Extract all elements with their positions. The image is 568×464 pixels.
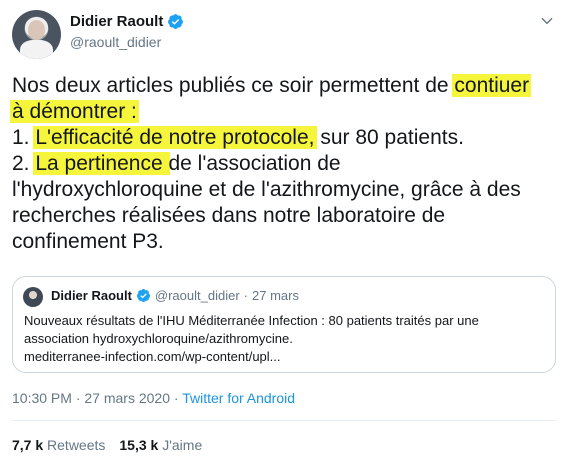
author-handle[interactable]: @raoult_didier <box>70 34 184 50</box>
text-span: l'hydroxychloroquine et de l'azithromyci… <box>12 178 521 201</box>
separator-dot: · <box>75 390 81 406</box>
author-avatar[interactable] <box>12 10 61 59</box>
author-name-row[interactable]: Didier Raoult <box>70 13 184 30</box>
quoted-tweet[interactable]: Didier Raoult @raoult_didier · 27 mars N… <box>12 276 556 373</box>
highlighted-text: à démontrer : <box>10 100 139 123</box>
tweet-text-line: 2. La pertinence de l'association de <box>12 151 560 177</box>
verified-badge-icon <box>168 14 184 29</box>
quoted-link[interactable]: mediterranee-infection.com/wp-content/up… <box>24 348 548 366</box>
text-span: 1. <box>12 126 36 149</box>
quoted-author-avatar <box>23 287 43 307</box>
tweet-stats: 7,7 k Retweets 15,3 k J'aime <box>12 437 202 453</box>
retweets-count: 7,7 k <box>12 437 44 453</box>
tweet-text-line: confinement P3. <box>12 229 560 255</box>
tweet-text-line: 1. L'efficacité de notre protocole, sur … <box>12 125 560 151</box>
tweet-text-line: à démontrer : <box>10 99 560 125</box>
likes-stat[interactable]: 15,3 k J'aime <box>119 437 202 453</box>
separator-dot: · <box>243 288 248 303</box>
text-span: confinement P3. <box>12 230 164 253</box>
retweets-label: Retweets <box>47 437 106 453</box>
quoted-text: Nouveaux résultats de l'IHU Méditerranée… <box>24 312 548 366</box>
quoted-date[interactable]: 27 mars <box>252 288 299 303</box>
text-span: 2. <box>12 152 36 175</box>
quoted-text-line: Nouveaux résultats de l'IHU Méditerranée… <box>24 313 479 328</box>
quoted-author-handle: @raoult_didier <box>154 288 240 303</box>
tweet-text-line: Nos deux articles publiés ce soir permet… <box>12 73 560 99</box>
author-name[interactable]: Didier Raoult <box>70 13 163 30</box>
chevron-down-icon[interactable] <box>540 14 554 28</box>
text-span: sur 80 patients. <box>314 126 464 149</box>
retweets-stat[interactable]: 7,7 k Retweets <box>12 437 105 453</box>
avatar-coat <box>20 40 53 59</box>
tweet-source-link[interactable]: Twitter for Android <box>182 390 295 406</box>
divider <box>12 420 556 421</box>
quoted-author-name: Didier Raoult <box>51 288 132 303</box>
highlighted-text: L'efficacité de notre protocole, <box>33 126 317 149</box>
tweet-text: Nos deux articles publiés ce soir permet… <box>10 73 560 255</box>
avatar-face <box>28 20 45 40</box>
verified-badge-icon <box>136 288 150 303</box>
highlighted-text: contiuer <box>452 74 532 97</box>
highlighted-text: La pertinence <box>33 152 171 175</box>
author-block: Didier Raoult @raoult_didier <box>70 13 184 50</box>
quoted-text-line: association hydroxychloroquine/azithromy… <box>24 331 293 346</box>
separator-dot: · <box>173 390 179 406</box>
tweet-text-line: l'hydroxychloroquine et de l'azithromyci… <box>12 177 560 203</box>
tweet-meta: 10:30 PM · 27 mars 2020 · Twitter for An… <box>12 390 295 406</box>
tweet-text-line: recherches réalisées dans notre laborato… <box>12 203 560 229</box>
likes-count: 15,3 k <box>119 437 159 453</box>
text-span: Nos deux articles publiés ce soir permet… <box>12 74 455 97</box>
quoted-header: Didier Raoult @raoult_didier · 27 mars <box>51 288 299 303</box>
tweet-date[interactable]: 27 mars 2020 <box>84 390 170 406</box>
tweet-time[interactable]: 10:30 PM <box>12 390 72 406</box>
tweet-card: Didier Raoult @raoult_didier Nos deux ar… <box>0 0 568 464</box>
likes-label: J'aime <box>162 437 203 453</box>
text-span: de l'association de <box>168 152 341 175</box>
text-span: recherches réalisées dans notre laborato… <box>12 204 446 227</box>
